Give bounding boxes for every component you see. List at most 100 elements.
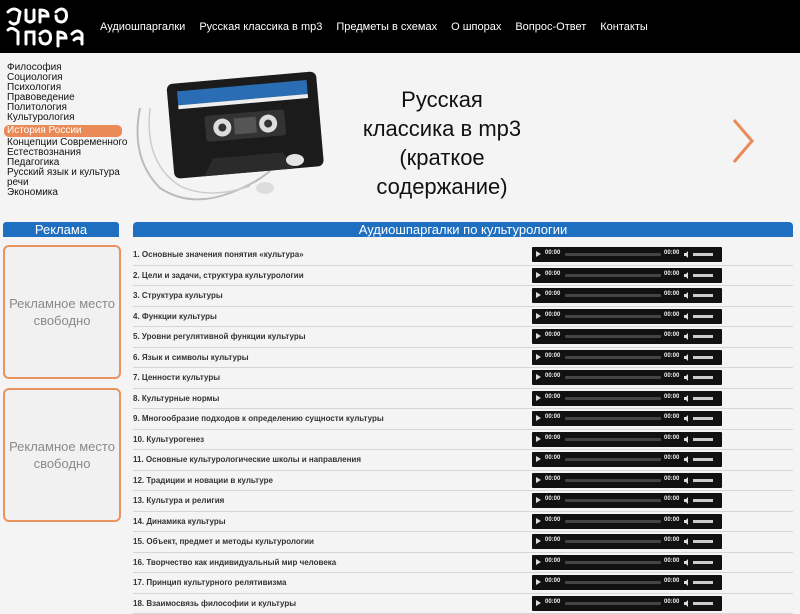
item-title[interactable]: 16. Творчество как индивидуальный мир че…	[133, 558, 336, 567]
volume-icon[interactable]	[684, 313, 690, 320]
progress-track[interactable]	[565, 581, 661, 584]
nav-russian-classics[interactable]: Русская классика в mp3	[199, 21, 322, 35]
play-icon[interactable]	[536, 272, 541, 278]
progress-track[interactable]	[565, 602, 661, 605]
play-icon[interactable]	[536, 600, 541, 606]
nav-faq[interactable]: Вопрос-Ответ	[515, 21, 586, 35]
volume-slider[interactable]	[693, 417, 713, 420]
volume-slider[interactable]	[693, 397, 713, 400]
volume-slider[interactable]	[693, 376, 713, 379]
volume-icon[interactable]	[684, 497, 690, 504]
item-title[interactable]: 4. Функции культуры	[133, 312, 217, 321]
volume-slider[interactable]	[693, 540, 713, 543]
play-icon[interactable]	[536, 518, 541, 524]
progress-track[interactable]	[565, 479, 661, 482]
volume-icon[interactable]	[684, 538, 690, 545]
item-title[interactable]: 1. Основные значения понятия «культура»	[133, 250, 304, 259]
volume-slider[interactable]	[693, 479, 713, 482]
category-item[interactable]: Культурология	[4, 113, 122, 123]
volume-icon[interactable]	[684, 600, 690, 607]
volume-icon[interactable]	[684, 251, 690, 258]
play-icon[interactable]	[536, 579, 541, 585]
play-icon[interactable]	[536, 292, 541, 298]
volume-slider[interactable]	[693, 274, 713, 277]
nav-about[interactable]: О шпорах	[451, 21, 501, 35]
volume-icon[interactable]	[684, 518, 690, 525]
progress-track[interactable]	[565, 417, 661, 420]
progress-track[interactable]	[565, 253, 661, 256]
play-icon[interactable]	[536, 477, 541, 483]
volume-icon[interactable]	[684, 374, 690, 381]
progress-track[interactable]	[565, 376, 661, 379]
item-title[interactable]: 8. Культурные нормы	[133, 394, 219, 403]
volume-icon[interactable]	[684, 292, 690, 299]
volume-icon[interactable]	[684, 559, 690, 566]
play-icon[interactable]	[536, 436, 541, 442]
volume-icon[interactable]	[684, 415, 690, 422]
chevron-right-icon[interactable]	[728, 116, 758, 166]
item-title[interactable]: 11. Основные культурологические школы и …	[133, 455, 361, 464]
volume-icon[interactable]	[684, 579, 690, 586]
volume-slider[interactable]	[693, 581, 713, 584]
play-icon[interactable]	[536, 354, 541, 360]
item-title[interactable]: 13. Культура и религия	[133, 496, 224, 505]
promo-banner[interactable]: Русская классика в mp3 (краткое содержан…	[130, 60, 800, 210]
play-icon[interactable]	[536, 497, 541, 503]
play-icon[interactable]	[536, 395, 541, 401]
progress-track[interactable]	[565, 561, 661, 564]
progress-track[interactable]	[565, 499, 661, 502]
item-title[interactable]: 7. Ценности культуры	[133, 373, 220, 382]
progress-track[interactable]	[565, 520, 661, 523]
volume-slider[interactable]	[693, 335, 713, 338]
progress-track[interactable]	[565, 397, 661, 400]
category-item-active[interactable]: История России	[4, 125, 122, 137]
play-icon[interactable]	[536, 538, 541, 544]
category-item[interactable]: Экономика	[4, 188, 122, 198]
volume-icon[interactable]	[684, 395, 690, 402]
item-title[interactable]: 12. Традиции и новации в культуре	[133, 476, 273, 485]
volume-slider[interactable]	[693, 520, 713, 523]
play-icon[interactable]	[536, 415, 541, 421]
volume-slider[interactable]	[693, 356, 713, 359]
progress-track[interactable]	[565, 540, 661, 543]
volume-slider[interactable]	[693, 499, 713, 502]
volume-slider[interactable]	[693, 438, 713, 441]
volume-icon[interactable]	[684, 354, 690, 361]
nav-contacts[interactable]: Контакты	[600, 21, 648, 35]
progress-track[interactable]	[565, 438, 661, 441]
volume-slider[interactable]	[693, 602, 713, 605]
item-title[interactable]: 2. Цели и задачи, структура культурологи…	[133, 271, 304, 280]
volume-icon[interactable]	[684, 477, 690, 484]
ad-slot[interactable]: Рекламное место свободно	[3, 388, 121, 522]
volume-slider[interactable]	[693, 294, 713, 297]
progress-track[interactable]	[565, 315, 661, 318]
volume-slider[interactable]	[693, 458, 713, 461]
progress-track[interactable]	[565, 458, 661, 461]
item-title[interactable]: 10. Культурогенез	[133, 435, 204, 444]
nav-audio-cribs[interactable]: Аудиошпаргалки	[100, 21, 185, 35]
item-title[interactable]: 6. Язык и символы культуры	[133, 353, 249, 362]
item-title[interactable]: 14. Динамика культуры	[133, 517, 226, 526]
progress-track[interactable]	[565, 335, 661, 338]
volume-slider[interactable]	[693, 561, 713, 564]
progress-track[interactable]	[565, 294, 661, 297]
volume-icon[interactable]	[684, 272, 690, 279]
item-title[interactable]: 9. Многообразие подходов к определению с…	[133, 414, 384, 423]
item-title[interactable]: 3. Структура культуры	[133, 291, 223, 300]
item-title[interactable]: 15. Объект, предмет и методы культуролог…	[133, 537, 314, 546]
volume-icon[interactable]	[684, 333, 690, 340]
volume-icon[interactable]	[684, 436, 690, 443]
play-icon[interactable]	[536, 333, 541, 339]
volume-icon[interactable]	[684, 456, 690, 463]
play-icon[interactable]	[536, 313, 541, 319]
play-icon[interactable]	[536, 559, 541, 565]
site-logo[interactable]	[4, 2, 90, 48]
progress-track[interactable]	[565, 274, 661, 277]
play-icon[interactable]	[536, 374, 541, 380]
play-icon[interactable]	[536, 251, 541, 257]
play-icon[interactable]	[536, 456, 541, 462]
ad-slot[interactable]: Рекламное место свободно	[3, 245, 121, 379]
nav-subjects-schemes[interactable]: Предметы в схемах	[336, 21, 437, 35]
volume-slider[interactable]	[693, 253, 713, 256]
volume-slider[interactable]	[693, 315, 713, 318]
